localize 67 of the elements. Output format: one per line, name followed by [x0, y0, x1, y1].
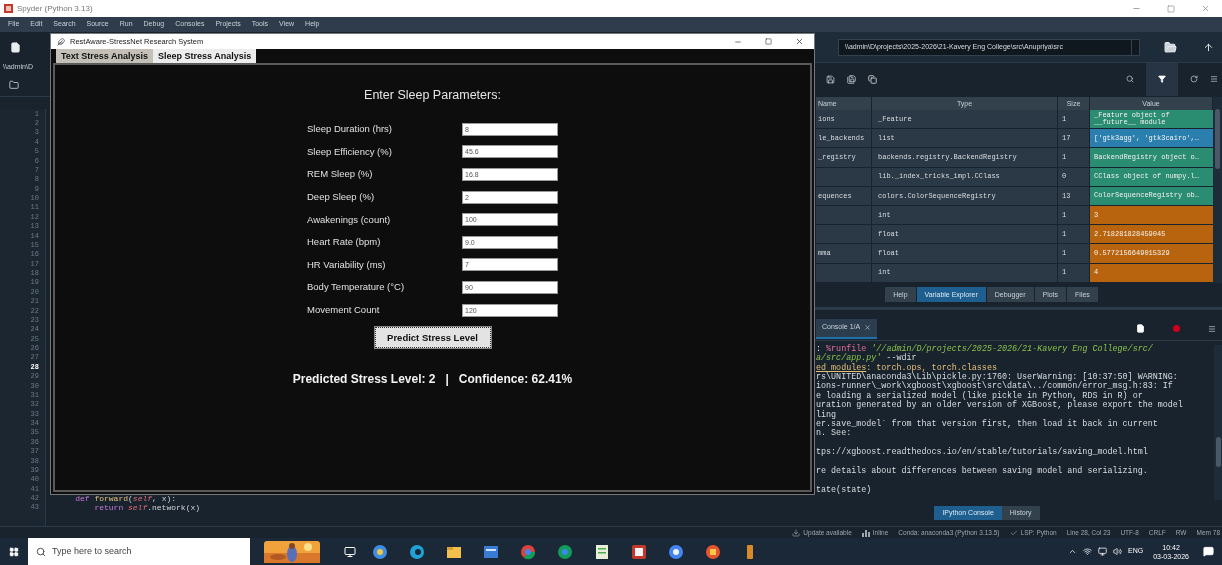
maximize-icon[interactable] [765, 38, 772, 45]
network-icon[interactable] [1083, 547, 1092, 556]
save-icon[interactable] [826, 74, 835, 84]
filter-button[interactable] [1146, 62, 1178, 96]
console-line: n. See: [816, 429, 852, 439]
new-file-icon[interactable] [10, 42, 21, 53]
console-line: : %runfile '//admin/D/projects/2025-2026/21-Kavery Eng College/src/ [816, 344, 1153, 354]
app-icon[interactable] [668, 543, 684, 560]
field-label: Awakenings (count) [307, 212, 392, 227]
chevron-up-icon[interactable] [1068, 547, 1077, 556]
console-line: tate(state) [816, 485, 872, 495]
console-line: re details about differences between saving model and serializing. [816, 466, 1148, 476]
search-icon[interactable] [1126, 75, 1134, 83]
field-label: Sleep Duration (hrs) [307, 122, 393, 137]
stop-icon[interactable] [1173, 325, 1180, 333]
predict-button[interactable]: Predict Stress Level [374, 327, 491, 349]
filter-icon [1158, 75, 1166, 83]
app-icon[interactable] [705, 543, 721, 560]
app-logo-icon [4, 4, 13, 13]
field-label: Sleep Efficiency (%) [307, 144, 393, 159]
feather-icon [57, 37, 65, 46]
notification-icon[interactable] [1203, 546, 1214, 557]
field-label: HR Variability (ms) [307, 257, 387, 272]
save-all-icon[interactable] [847, 74, 856, 84]
close-icon[interactable] [864, 324, 872, 332]
console-line: ions-runner\_work\xgboost\xgboost\src\data\../common/error_msg.h:83: If [816, 382, 1173, 392]
result-text: Predicted Stress Level: 2 | Confidence: 62.41% [292, 372, 573, 388]
page-icon[interactable] [1136, 324, 1145, 334]
search-icon [36, 546, 46, 557]
code-line: return self.network(x) [93, 502, 201, 512]
field-label: Heart Rate (bpm) [307, 235, 382, 250]
windows-logo-icon [9, 546, 19, 557]
bar-chart-icon [861, 528, 870, 537]
folder-icon[interactable] [9, 79, 19, 90]
refresh-icon[interactable] [1190, 75, 1198, 83]
download-icon [792, 528, 801, 537]
menu-icon[interactable] [1208, 324, 1216, 333]
app-icon[interactable] [594, 543, 610, 560]
app-icon[interactable] [631, 543, 647, 560]
up-arrow-icon[interactable] [1203, 41, 1214, 53]
console-line: e loading a serialized model (like pickle in Python, RDS in R) or [816, 391, 1143, 401]
volume-icon[interactable] [1113, 547, 1122, 556]
field-label: Movement Count [307, 302, 381, 317]
field-label: REM Sleep (%) [307, 167, 374, 182]
console-line: tps://xgboost.readthedocs.io/en/stable/tutorials/saving_model.html [816, 448, 1148, 458]
form-heading: Enter Sleep Parameters: [364, 88, 501, 103]
folder-icon[interactable] [1164, 40, 1177, 54]
console-line: a/src/app.py' --wdir [816, 354, 917, 364]
field-label: Deep Sleep (%) [307, 189, 376, 204]
tab[interactable]: Text Stress Analysis [56, 49, 154, 63]
app-icon[interactable] [372, 543, 388, 560]
code-line: def forward(self, x): [74, 493, 177, 503]
console-line: uration generated by an older version of XGBoost, please export the model [816, 401, 1183, 411]
task-view-icon[interactable] [344, 545, 356, 558]
console-line: ling [816, 410, 837, 420]
menu-icon[interactable] [1210, 75, 1218, 83]
display-icon[interactable] [1098, 547, 1107, 556]
console-line: ed modules: torch.ops, torch.classes [816, 363, 997, 373]
field-label: Body Temperature (°C) [307, 280, 406, 295]
tab[interactable]: Sleep Stress Analysis [153, 49, 257, 63]
check-icon [1009, 528, 1018, 537]
close-icon[interactable] [795, 37, 804, 46]
copy-icon[interactable] [868, 74, 877, 84]
search-field[interactable]: Type here to search [28, 538, 250, 565]
window-title: Spyder (Python 3.13) [17, 2, 93, 15]
app-icon[interactable] [483, 543, 499, 560]
console-line: er.save_model` from that version first, then load it back in current [816, 420, 1158, 429]
